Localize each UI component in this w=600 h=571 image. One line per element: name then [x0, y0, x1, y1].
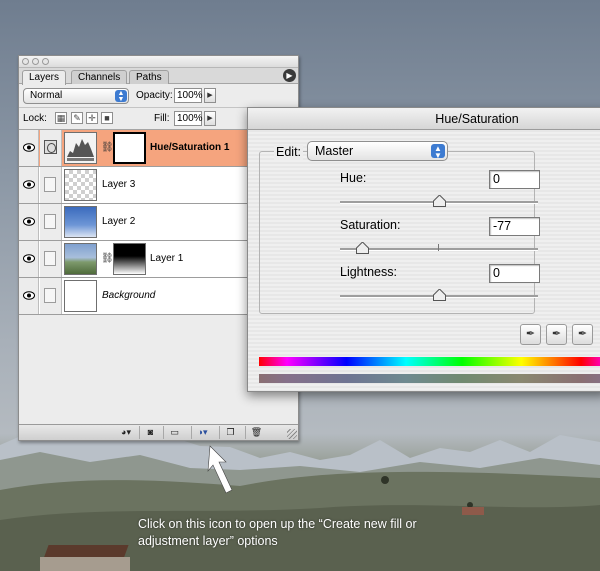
- layer-thumbnail[interactable]: [64, 280, 97, 312]
- link-box: [44, 214, 56, 229]
- tab-channels[interactable]: Channels: [71, 70, 128, 84]
- blend-mode-select[interactable]: Normal ▲ ▼: [23, 88, 129, 104]
- layer-name[interactable]: Layer 1: [150, 253, 183, 265]
- close-icon[interactable]: [22, 58, 29, 65]
- palette-tabs: Layers Channels Paths ▶: [19, 68, 298, 85]
- resize-grip-icon[interactable]: [287, 429, 297, 439]
- select-arrows-icon: ▲ ▼: [115, 90, 127, 103]
- link-toggle[interactable]: [40, 167, 62, 203]
- edit-select-value: Master: [315, 144, 354, 158]
- new-adjustment-layer-icon[interactable]: ◑▾: [191, 426, 213, 439]
- layer-mask-thumbnail[interactable]: [113, 132, 146, 164]
- eyedropper-icon[interactable]: ✒: [520, 324, 541, 345]
- tab-layers[interactable]: Layers: [22, 70, 67, 85]
- eyedropper-minus-icon[interactable]: ✒: [572, 324, 593, 345]
- palette-menu-icon[interactable]: ▶: [283, 69, 296, 82]
- visibility-toggle[interactable]: [19, 204, 39, 240]
- fill-slider-toggle[interactable]: ▶: [204, 111, 216, 126]
- visibility-toggle[interactable]: [19, 130, 39, 166]
- lock-pixels-icon[interactable]: ✎: [71, 112, 83, 124]
- link-toggle[interactable]: [40, 204, 62, 240]
- tab-paths[interactable]: Paths: [129, 70, 169, 84]
- hue-label: Hue:: [340, 171, 367, 185]
- new-group-icon[interactable]: ▭: [163, 426, 185, 439]
- lightness-input[interactable]: 0: [489, 264, 540, 283]
- saturation-label: Saturation:: [340, 218, 401, 232]
- lock-all-icon[interactable]: ■: [101, 112, 113, 124]
- layer-name[interactable]: Layer 2: [102, 216, 135, 228]
- opacity-label: Opacity:: [136, 90, 173, 101]
- new-layer-icon[interactable]: ❐: [219, 426, 241, 439]
- histogram-icon: [67, 139, 94, 161]
- lock-label: Lock:: [23, 113, 47, 124]
- hue-slider-knob[interactable]: [433, 195, 446, 207]
- layer-name[interactable]: Hue/Saturation 1: [150, 142, 229, 154]
- visibility-toggle[interactable]: [19, 167, 39, 203]
- edit-select[interactable]: Master ▲ ▼: [307, 141, 448, 161]
- layer-style-icon[interactable]: ◕▾: [115, 426, 137, 439]
- chain-link-icon[interactable]: ⛓: [101, 253, 114, 264]
- hue-saturation-dialog: Hue/Saturation Hue: 0 Saturation: -77 Li…: [247, 107, 600, 392]
- fill-label: Fill:: [154, 113, 170, 124]
- layer-thumbnail[interactable]: [64, 206, 97, 238]
- minimize-icon[interactable]: [32, 58, 39, 65]
- output-color-spectrum: [259, 374, 600, 383]
- edit-group-box: Hue: 0 Saturation: -77 Lightness: 0: [259, 151, 540, 314]
- lock-transparency-icon[interactable]: ▦: [55, 112, 67, 124]
- layer-name[interactable]: Background: [102, 290, 155, 302]
- mask-indicator-icon: [44, 140, 57, 154]
- link-toggle[interactable]: [40, 130, 62, 166]
- eye-icon: [23, 143, 35, 152]
- palette-bottom-bar: ◕▾ ◙ ▭ ◑▾ ❐ 🗑: [19, 424, 298, 440]
- instruction-caption: Click on this icon to open up the “Creat…: [138, 517, 417, 548]
- pointer-arrow: [207, 445, 233, 494]
- link-toggle[interactable]: [40, 241, 62, 277]
- link-box: [44, 288, 56, 303]
- layer-name[interactable]: Layer 3: [102, 179, 135, 191]
- saturation-slider-knob[interactable]: [356, 242, 369, 254]
- link-toggle[interactable]: [40, 278, 62, 314]
- opacity-input[interactable]: 100%: [174, 88, 203, 103]
- blend-mode-value: Normal: [30, 90, 63, 101]
- visibility-toggle[interactable]: [19, 241, 39, 277]
- eye-icon: [23, 217, 35, 226]
- blend-opacity-row: Normal ▲ ▼ Opacity: 100% ▶: [19, 84, 298, 108]
- link-box: [44, 251, 56, 266]
- chain-link-icon[interactable]: ⛓: [101, 142, 114, 153]
- input-color-spectrum: [259, 357, 600, 366]
- layer-mask-thumbnail[interactable]: [113, 243, 146, 275]
- saturation-center-tick: [438, 244, 439, 251]
- lightness-label: Lightness:: [340, 265, 397, 279]
- layer-thumbnail[interactable]: [64, 169, 97, 201]
- add-mask-icon[interactable]: ◙: [139, 426, 161, 439]
- saturation-slider-track[interactable]: [340, 248, 538, 251]
- dialog-title[interactable]: Hue/Saturation: [248, 108, 600, 130]
- lock-position-icon[interactable]: ✛: [86, 112, 98, 124]
- trash-icon[interactable]: 🗑: [245, 426, 267, 439]
- adjustment-thumbnail[interactable]: [64, 132, 97, 164]
- visibility-toggle[interactable]: [19, 278, 39, 314]
- zoom-icon[interactable]: [42, 58, 49, 65]
- eyedropper-plus-icon[interactable]: ✒: [546, 324, 567, 345]
- link-box: [44, 177, 56, 192]
- fill-input[interactable]: 100%: [174, 111, 203, 126]
- palette-titlebar[interactable]: [19, 56, 298, 68]
- opacity-slider-toggle[interactable]: ▶: [204, 88, 216, 103]
- farmhouse: [36, 545, 132, 571]
- saturation-input[interactable]: -77: [489, 217, 540, 236]
- layer-thumbnail[interactable]: [64, 243, 97, 275]
- select-arrows-icon: ▲ ▼: [431, 144, 445, 160]
- edit-label: Edit:: [274, 145, 304, 160]
- lightness-slider-knob[interactable]: [433, 289, 446, 301]
- eye-icon: [23, 291, 35, 300]
- hue-input[interactable]: 0: [489, 170, 540, 189]
- eye-icon: [23, 180, 35, 189]
- eye-icon: [23, 254, 35, 263]
